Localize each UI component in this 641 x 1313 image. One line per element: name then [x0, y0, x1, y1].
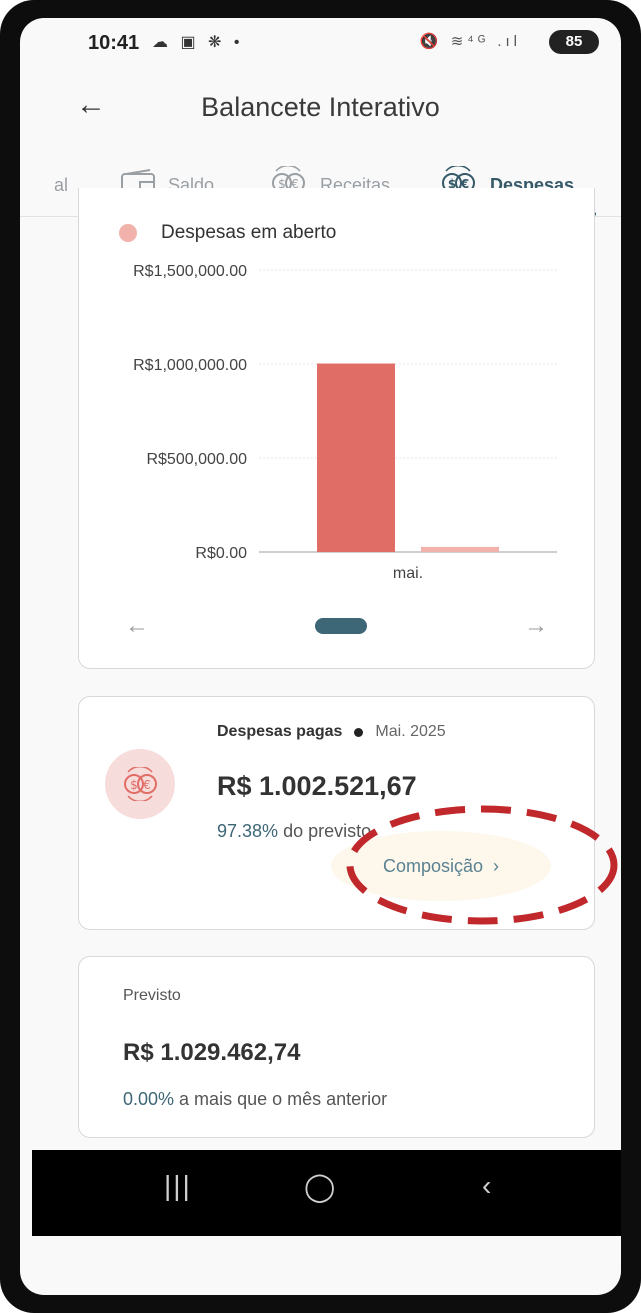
page-title: Balancete Interativo	[201, 92, 440, 122]
annotation-highlight-ring	[346, 805, 618, 925]
status-bar: 10:41 ☁ ▣ ❋ • 🔇 ≋⁴ᴳ .ıl 85	[20, 18, 621, 76]
y-tick-label: R$1,500,000.00	[133, 263, 247, 280]
forecast-pct-value: 0.00%	[123, 1089, 175, 1109]
tab-geral[interactable]: al	[54, 162, 68, 208]
bar-chart: R$0.00 R$500,000.00 R$1,000,000.00 R$1,500,…	[133, 263, 557, 582]
separator-dot	[354, 727, 364, 737]
y-tick-label: R$0.00	[195, 545, 247, 562]
paid-card-header: Despesas pagas Mai. 2025	[217, 723, 446, 741]
bar-despesas-em-aberto[interactable]	[421, 546, 499, 552]
forecast-card: Previsto R$ 1.029.462,74 0.00% a mais qu…	[78, 956, 595, 1138]
svg-text:€: €	[143, 778, 151, 792]
signal-icons: 🔇 ≋⁴ᴳ .ıl	[419, 33, 521, 50]
y-tick-label: R$500,000.00	[146, 451, 247, 468]
paid-amount: R$ 1.002.521,67	[217, 771, 417, 801]
paid-pct-value: 97.38%	[217, 821, 279, 841]
currency-exchange-icon: $ €	[105, 749, 175, 819]
app-bar: ← Balancete Interativo	[20, 78, 621, 142]
back-icon[interactable]: ‹	[482, 1170, 491, 1202]
recent-apps-icon[interactable]: |||	[164, 1170, 192, 1202]
paid-card-period: Mai. 2025	[375, 723, 446, 740]
x-tick-label: mai.	[393, 565, 423, 582]
tab-label: al	[54, 174, 69, 195]
bar-series-0[interactable]	[317, 363, 395, 552]
expenses-chart-card: Despesas em aberto R$0.00 R$500,000.00 R$1…	[78, 188, 595, 669]
chart-page-indicator	[315, 618, 367, 634]
status-time: 10:41	[88, 32, 140, 54]
paid-card-title: Despesas pagas	[217, 723, 343, 740]
notification-icons: ☁ ▣ ❋ •	[152, 34, 244, 51]
forecast-pct-suffix: a mais que o mês anterior	[174, 1089, 388, 1109]
forecast-amount: R$ 1.029.462,74	[123, 1039, 301, 1066]
chart-next-arrow-icon[interactable]: →	[524, 612, 548, 640]
battery-icon: 85	[549, 30, 599, 54]
system-nav-bar: ||| ◯ ‹	[32, 1150, 621, 1236]
y-tick-label: R$1,000,000.00	[133, 357, 247, 374]
forecast-comparison: 0.00% a mais que o mês anterior	[123, 1089, 387, 1110]
chart-prev-arrow-icon[interactable]: ←	[125, 612, 149, 640]
svg-text:$: $	[130, 778, 138, 792]
phone-screen: 10:41 ☁ ▣ ❋ • 🔇 ≋⁴ᴳ .ıl 85 ← Balancete I…	[20, 18, 621, 1295]
home-icon[interactable]: ◯	[304, 1170, 335, 1203]
forecast-label: Previsto	[123, 987, 181, 1004]
